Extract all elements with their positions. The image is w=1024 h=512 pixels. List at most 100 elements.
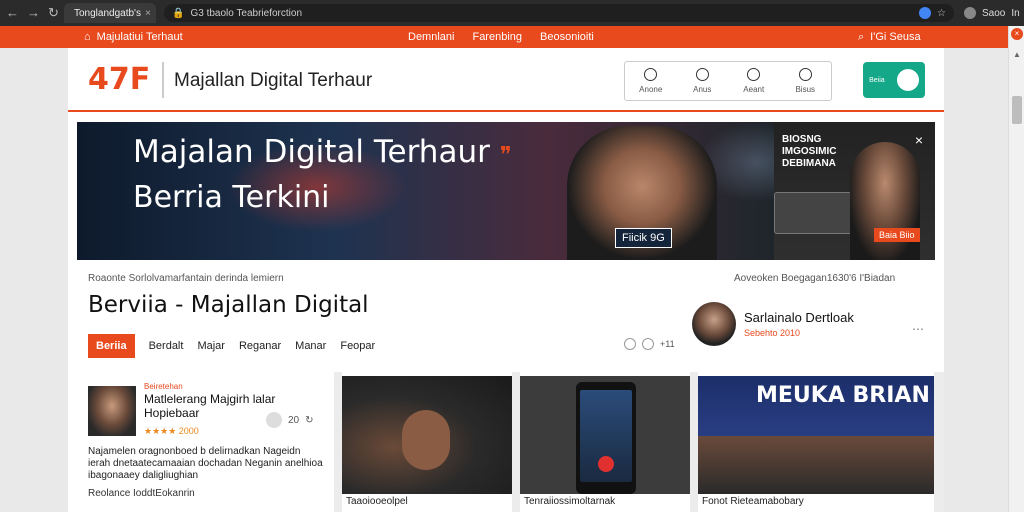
- facebook-icon[interactable]: [624, 338, 636, 350]
- card-2-caption: Taaoiooeolpel: [346, 496, 408, 507]
- news-card-4[interactable]: MEUKA BRIAN Fonot Rieteamabobary: [698, 372, 934, 512]
- reload-icon[interactable]: ↻: [48, 5, 59, 21]
- iconbar-label-4: Bisus: [795, 85, 816, 94]
- top-navbar: ⌂ Majulatiui Terhaut Demnlani Farenbing …: [0, 26, 1008, 48]
- author-name: Sarlainalo Dertloak: [744, 310, 854, 325]
- browser-chrome: ← → ↻ Tonglandgatb's × 🔒 G3 tbaolo Teabr…: [0, 0, 1024, 26]
- iconbar-item-2[interactable]: Anus: [677, 62, 729, 100]
- top-link-1[interactable]: Demnlani: [408, 31, 454, 43]
- hero-banner[interactable]: Majalan Digital Terhaur ❞ Berria Terkini…: [77, 122, 935, 260]
- card-3-caption: Tenraiiossimoltarnak: [524, 496, 616, 507]
- address-bar[interactable]: 🔒 G3 tbaolo Teabrieforction ☆: [164, 4, 954, 22]
- featured-kicker: Beiretehan: [144, 382, 183, 391]
- top-links: Demnlani Farenbing Beosonioiti: [408, 31, 594, 43]
- extension-icon[interactable]: [919, 7, 932, 19]
- search-icon: ⌕: [858, 30, 865, 43]
- app-label: Beiia: [869, 76, 885, 84]
- featured-actions: 20 ↻: [266, 412, 314, 428]
- profile-label: Saoo: [982, 7, 1006, 19]
- bookmark-star-icon[interactable]: ☆: [937, 8, 946, 19]
- tab-category-4[interactable]: Reganar: [239, 340, 281, 352]
- tab-category-6[interactable]: Feopar: [340, 340, 375, 352]
- card-4-crowd: [698, 436, 934, 494]
- author-avatar: [692, 302, 736, 346]
- menu-label[interactable]: In: [1011, 8, 1019, 19]
- home-link[interactable]: ⌂ Majulatiui Terhaut: [84, 31, 183, 43]
- tab-title: Tonglandgatb's: [74, 7, 141, 19]
- iconbar-label-3: Aeant: [743, 85, 765, 94]
- iconbar-label-1: Anone: [639, 85, 663, 94]
- featured-footer: Reolance IoddtEokanrin: [88, 488, 195, 499]
- share-arrow-icon[interactable]: ↻: [305, 415, 313, 426]
- featured-body: Najamelen oragnonboed b delirnadkan Nage…: [88, 446, 323, 481]
- category-tabs: Beriia Berdalt Majar Reganar Manar Feopa…: [88, 334, 375, 358]
- browser-tab[interactable]: Tonglandgatb's ×: [64, 3, 156, 23]
- page-container: 47F Majallan Digital Terhaur Anone Anus …: [68, 48, 944, 512]
- featured-card-image: [88, 386, 136, 436]
- site-header: 47F Majallan Digital Terhaur Anone Anus …: [68, 48, 944, 112]
- top-search[interactable]: ⌕ I'Gi Seusa: [858, 31, 921, 44]
- header-iconbar: Anone Anus Aeant Bisus: [624, 61, 832, 101]
- tab-category-2[interactable]: Berdalt: [149, 340, 184, 352]
- phone-image: [774, 192, 852, 234]
- card-4-caption: Fonot Rieteamabobary: [702, 496, 804, 507]
- card-row: Beiretehan Matlelerang Majgirh lalar Hop…: [78, 372, 944, 512]
- back-icon[interactable]: ←: [6, 5, 19, 21]
- hero-caption: Fiicik 9G: [615, 228, 672, 248]
- side-title: BIOSNG IMGOSIMIC DEBIMANA: [782, 134, 837, 169]
- card-2-face: [402, 410, 450, 470]
- hero-headline-2: Berria Terkini: [133, 180, 330, 215]
- author-date: Sebehto 2010: [744, 328, 801, 338]
- article-meta-right: Aoveoken Boegagan1630'6 I'Biadan: [734, 273, 896, 284]
- author-block[interactable]: Sarlainalo Dertloak Sebehto 2010 ⋯: [692, 302, 932, 350]
- app-button[interactable]: Beiia: [863, 62, 925, 98]
- share-icon[interactable]: [642, 338, 654, 350]
- search-icon: [695, 68, 709, 81]
- page-scrollbar[interactable]: × ▲: [1008, 26, 1024, 512]
- settings-icon: [747, 68, 761, 81]
- article-title: Berviia - Majallan Digital: [88, 292, 369, 318]
- overlay-close-icon[interactable]: ×: [1011, 28, 1023, 40]
- site-logo[interactable]: 47F: [88, 62, 150, 97]
- logo-divider: [162, 62, 164, 98]
- profile-area[interactable]: Saoo In: [964, 7, 1020, 19]
- featured-count: 20: [288, 414, 300, 426]
- site-title: Majallan Digital Terhaur: [174, 70, 373, 91]
- side-close-icon[interactable]: ×: [915, 132, 923, 148]
- share-count: +11: [660, 339, 675, 349]
- tab-category-1[interactable]: Beriia: [88, 334, 135, 358]
- home-label: Majulatiui Terhaut: [96, 31, 183, 43]
- side-person-image: [850, 142, 920, 260]
- hero-side-panel[interactable]: BIOSNG IMGOSIMIC DEBIMANA × Baia Biio: [774, 122, 935, 260]
- search-label: I'Gi Seusa: [870, 31, 921, 43]
- more-options-icon[interactable]: ⋯: [912, 322, 924, 336]
- iconbar-item-4[interactable]: Bisus: [780, 62, 832, 100]
- tab-close-icon[interactable]: ×: [145, 8, 151, 19]
- featured-card[interactable]: Beiretehan Matlelerang Majgirh lalar Hop…: [78, 372, 334, 512]
- iconbar-item-1[interactable]: Anone: [625, 62, 677, 100]
- iconbar-item-3[interactable]: Aeant: [728, 62, 780, 100]
- scroll-up-icon[interactable]: ▲: [1013, 50, 1021, 59]
- top-link-3[interactable]: Beosonioiti: [540, 31, 594, 43]
- top-link-2[interactable]: Farenbing: [472, 31, 522, 43]
- url-text: G3 tbaolo Teabrieforction: [190, 7, 303, 19]
- side-tag[interactable]: Baia Biio: [874, 228, 920, 242]
- news-card-3[interactable]: Tenraiiossimoltarnak: [520, 372, 690, 512]
- featured-rating: ★★★★ 2000: [144, 426, 199, 436]
- news-card-2[interactable]: Taaoiooeolpel: [342, 372, 512, 512]
- iconbar-label-2: Anus: [693, 85, 712, 94]
- scroll-thumb[interactable]: [1012, 96, 1022, 124]
- info-icon: [644, 68, 658, 81]
- card-3-image: [520, 376, 690, 494]
- app-icon: [896, 69, 919, 91]
- card-2-image: [342, 376, 512, 494]
- tab-category-5[interactable]: Manar: [295, 340, 326, 352]
- hero-headline-1: Majalan Digital Terhaur ❞: [133, 134, 512, 170]
- forward-icon[interactable]: →: [27, 5, 40, 21]
- facebook-icon[interactable]: [266, 412, 282, 428]
- card-4-banner: MEUKA BRIAN: [756, 383, 930, 408]
- article-meta-left: Roaonte Sorlolvamarfantain derinda lemie…: [88, 273, 284, 284]
- tab-category-3[interactable]: Majar: [197, 340, 225, 352]
- user-icon: [798, 68, 812, 81]
- profile-avatar-icon[interactable]: [964, 7, 976, 19]
